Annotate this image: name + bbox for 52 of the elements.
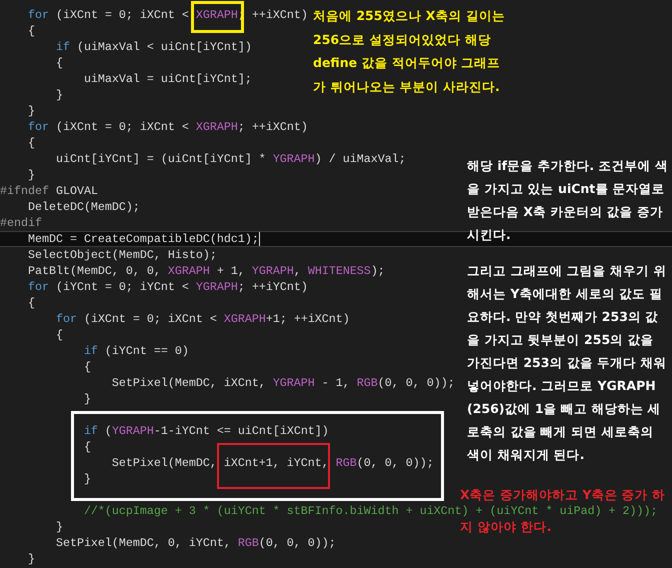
code-line: } [54,87,63,103]
annotation-note: X축은 증가해야하고 Y축은 증가 하 [460,488,666,502]
code-line: for (iYCnt = 0; iYCnt < YGRAPH; ++iYCnt) [26,279,308,295]
code-line: } [26,551,35,567]
code-line: uiMaxVal = uiCnt[iYCnt]; [82,71,252,87]
annotation-note: 로축의 값을 빼게 되면 세로축의 [467,425,654,439]
code-line: } [82,391,91,407]
code-line: SetPixel(MemDC, iXCnt, YGRAPH - 1, RGB(0, 0, 0)); [110,375,455,391]
code-line: #ifndef GLOVAL [0,183,98,199]
code-line: if (uiMaxVal < uiCnt[iYCnt]) [54,39,252,55]
code-line: { [54,55,63,71]
annotation-note: 그리고 그래프에 그림을 채우기 위 [467,264,666,278]
code-line: uiCnt[iYCnt] = (uiCnt[iYCnt] * YGRAPH) / uiMaxVal; [54,151,406,167]
code-line: { [26,135,35,151]
code-line: DeleteDC(MemDC); [26,199,140,215]
annotation-note: 색이 채워지게 된다. [467,448,584,462]
annotation-note: 처음에 255였으나 X축의 길이는 [313,9,505,23]
code-line: SetPixel(MemDC, 0, iYCnt, RGB(0, 0, 0)); [54,535,336,551]
code-line: { [82,359,91,375]
code-line: { [26,295,35,311]
code-line: } [82,471,91,487]
annotation-note: 가 튀어나오는 부분이 사라진다. [313,80,500,94]
code-line: MemDC = CreateCompatibleDC(hdc1); [26,231,259,247]
code-line: for (iXCnt = 0; iXCnt < XGRAPH+1; ++iXCnt) [54,311,350,327]
code-line: PatBlt(MemDC, 0, 0, XGRAPH + 1, YGRAPH, WHITENESS); [26,263,385,279]
code-line: if (iYCnt == 0) [82,343,189,359]
code-line: //*(ucpImage + 3 * (uiYCnt * stBFInfo.biWidth + uiXCnt) + (uiYCnt * uiPad) + 2))); [82,503,658,519]
code-line: } [26,103,35,119]
annotation-note: 넣어야한다. 그러므로 YGRAPH [467,379,656,393]
code-line: } [26,167,35,183]
annotation-note: 256으로 설정되어있었다 해당 [313,32,491,47]
annotation-note: 가진다면 253의 값을 두개다 채워 [467,356,666,370]
annotation-note: 지 않아야 한다. [460,520,552,534]
code-line: SelectObject(MemDC, Histo); [26,247,217,263]
annotation-note: 을 가지고 있는 uiCnt를 문자열로 [467,182,665,196]
annotation-note: 요하다. 만약 첫번째가 253의 값 [467,310,658,324]
annotation-note: 받은다음 X축 카운터의 값을 증가 [467,205,664,219]
code-line: for (iXCnt = 0; iXCnt < XGRAPH; ++iXCnt) [26,119,308,135]
annotation-note: 해서는 Y축에대한 세로의 값도 필 [467,287,662,301]
code-line: { [54,327,63,343]
code-line: { [26,23,35,39]
code-line: if (YGRAPH-1-iYCnt <= uiCnt[iXCnt]) [82,423,329,439]
code-line: } [54,519,63,535]
annotation-note: 시킨다. [467,228,511,242]
annotation-note: 을 가지고 뒷부분이 255의 값을 [467,333,654,347]
annotation-note: (256)값에 1을 빼고 해당하는 세 [467,402,661,416]
text-caret [258,232,260,246]
code-line: SetPixel(MemDC, iXCnt+1, iYCnt, RGB(0, 0, 0)); [110,455,434,471]
annotation-note: 해당 if문을 추가한다. 조건부에 색 [467,159,668,173]
annotation-note: define 값을 적어두어야 그래프 [313,56,500,70]
code-line: #endif [0,215,42,231]
code-line: { [82,439,91,455]
